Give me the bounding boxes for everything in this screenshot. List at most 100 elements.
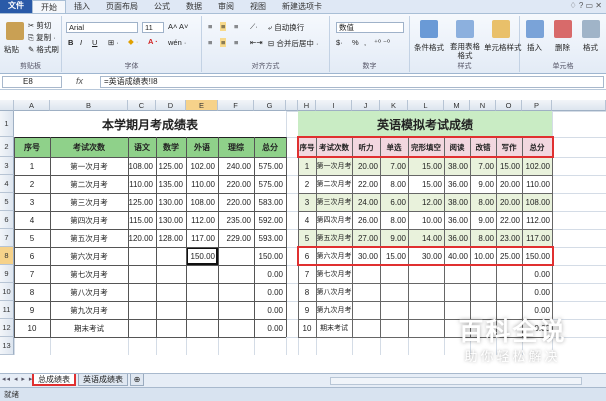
paste-icon[interactable] bbox=[6, 22, 24, 40]
left-table-cell[interactable]: 第六次月考 bbox=[50, 247, 128, 265]
right-table-cell[interactable]: 12.00 bbox=[408, 193, 444, 211]
left-table-cell[interactable]: 4 bbox=[14, 211, 50, 229]
row-header-8[interactable]: 8 bbox=[0, 247, 14, 265]
ribbon-tab-8[interactable]: 新建选项卡 bbox=[274, 0, 330, 13]
left-table-cell[interactable]: 期末考试 bbox=[50, 319, 128, 337]
right-table-cell[interactable]: 5 bbox=[298, 229, 316, 247]
left-table-cell[interactable] bbox=[128, 265, 156, 283]
right-table-cell[interactable] bbox=[496, 265, 522, 283]
left-table-cell[interactable]: 120.00 bbox=[128, 229, 156, 247]
left-table-cell[interactable]: 第四次月考 bbox=[50, 211, 128, 229]
right-table-cell[interactable]: 6.00 bbox=[380, 193, 408, 211]
right-table-cell[interactable]: 36.00 bbox=[444, 229, 470, 247]
left-table-cell[interactable]: 150.00 bbox=[254, 247, 286, 265]
align-middle-icon[interactable]: ≡ bbox=[220, 22, 227, 31]
column-header-P[interactable]: P bbox=[522, 100, 552, 111]
column-header-B[interactable]: B bbox=[50, 100, 128, 111]
right-table-cell[interactable]: 117.00 bbox=[522, 229, 552, 247]
ribbon-tab-1[interactable]: 开始 bbox=[32, 0, 66, 13]
right-table-cell[interactable]: 22.00 bbox=[496, 211, 522, 229]
align-center-icon[interactable]: ≡ bbox=[220, 38, 227, 47]
table-format-icon[interactable] bbox=[456, 20, 474, 38]
right-table-cell[interactable]: 9.00 bbox=[470, 211, 496, 229]
left-table-cell[interactable]: 9 bbox=[14, 301, 50, 319]
left-table-cell[interactable]: 2 bbox=[14, 175, 50, 193]
left-table-cell[interactable]: 220.00 bbox=[218, 193, 254, 211]
left-table-cell[interactable]: 135.00 bbox=[156, 175, 186, 193]
left-table-cell[interactable]: 8 bbox=[14, 283, 50, 301]
left-table-cell[interactable]: 第五次月考 bbox=[50, 229, 128, 247]
left-table-cell[interactable] bbox=[156, 301, 186, 319]
sheet-tab-english[interactable]: 英语成绩表 bbox=[78, 374, 128, 386]
left-table-cell[interactable]: 108.00 bbox=[186, 193, 218, 211]
right-table-cell[interactable]: 20.00 bbox=[496, 193, 522, 211]
orientation-icon[interactable]: ⟋· bbox=[250, 22, 258, 32]
left-header-cell[interactable]: 序号 bbox=[14, 137, 50, 157]
left-table-cell[interactable] bbox=[186, 265, 218, 283]
bold-button[interactable]: B bbox=[68, 38, 73, 47]
right-table-cell[interactable]: 期末考试 bbox=[316, 319, 352, 337]
left-table-cell[interactable]: 5 bbox=[14, 229, 50, 247]
phonetic-icon[interactable]: wén · bbox=[168, 38, 186, 47]
right-table-cell[interactable]: 第三次月考 bbox=[316, 193, 352, 211]
ribbon-tab-7[interactable]: 视图 bbox=[242, 0, 274, 13]
left-table-cell[interactable]: 229.00 bbox=[218, 229, 254, 247]
column-header-E[interactable]: E bbox=[186, 100, 218, 111]
right-table-cell[interactable] bbox=[380, 283, 408, 301]
right-table-cell[interactable]: 38.00 bbox=[444, 157, 470, 175]
column-header-M[interactable]: M bbox=[444, 100, 470, 111]
right-table-cell[interactable]: 15.00 bbox=[408, 175, 444, 193]
right-table-cell[interactable]: 第五次月考 bbox=[316, 229, 352, 247]
delete-button[interactable]: 删除 bbox=[555, 42, 570, 53]
right-table-cell[interactable]: 1 bbox=[298, 157, 316, 175]
row-header-11[interactable]: 11 bbox=[0, 301, 14, 319]
conditional-format-icon[interactable] bbox=[420, 20, 438, 38]
left-table-cell[interactable]: 0.00 bbox=[254, 265, 286, 283]
right-table-cell[interactable] bbox=[470, 265, 496, 283]
right-table-cell[interactable]: 108.00 bbox=[522, 193, 552, 211]
left-table-cell[interactable]: 1 bbox=[14, 157, 50, 175]
right-table-cell[interactable]: 第四次月考 bbox=[316, 211, 352, 229]
right-table-cell[interactable] bbox=[444, 265, 470, 283]
right-table-cell[interactable]: 7.00 bbox=[380, 157, 408, 175]
right-table-cell[interactable]: 第一次月考 bbox=[316, 157, 352, 175]
right-table-cell[interactable]: 15.00 bbox=[496, 157, 522, 175]
right-table-cell[interactable] bbox=[352, 283, 380, 301]
row-header-6[interactable]: 6 bbox=[0, 211, 14, 229]
right-table-cell[interactable] bbox=[408, 283, 444, 301]
right-table-cell[interactable] bbox=[352, 301, 380, 319]
right-table-cell[interactable]: 第八次月考 bbox=[316, 283, 352, 301]
left-table-cell[interactable] bbox=[218, 265, 254, 283]
right-table-cell[interactable]: 7 bbox=[298, 265, 316, 283]
left-table-cell[interactable] bbox=[218, 301, 254, 319]
right-table-cell[interactable]: 10 bbox=[298, 319, 316, 337]
cut-button[interactable]: ✂ 剪切 bbox=[28, 20, 51, 31]
ribbon-tab-5[interactable]: 数据 bbox=[178, 0, 210, 13]
grow-font-icon[interactable]: A˄ A˅ bbox=[168, 22, 188, 31]
indent-icon[interactable]: ⇤⇥ bbox=[250, 38, 263, 47]
selected-cell-e8[interactable]: 150.00 bbox=[186, 247, 218, 265]
column-header-C[interactable]: C bbox=[128, 100, 156, 111]
right-table-cell[interactable] bbox=[470, 283, 496, 301]
left-table-cell[interactable] bbox=[156, 283, 186, 301]
right-table-cell[interactable] bbox=[352, 319, 380, 337]
left-table-cell[interactable] bbox=[218, 319, 254, 337]
left-table-cell[interactable] bbox=[186, 301, 218, 319]
insert-button[interactable]: 插入 bbox=[527, 42, 542, 53]
right-table-cell[interactable]: 22.00 bbox=[352, 175, 380, 193]
left-table-cell[interactable]: 128.00 bbox=[156, 229, 186, 247]
right-table-cell[interactable]: 112.00 bbox=[522, 211, 552, 229]
left-header-cell[interactable]: 语文 bbox=[128, 137, 156, 157]
sheet-tab-total[interactable]: 总成绩表 bbox=[32, 374, 76, 386]
row-header-13[interactable]: 13 bbox=[0, 337, 14, 355]
left-table-cell[interactable]: 112.00 bbox=[186, 211, 218, 229]
left-table-cell[interactable]: 0.00 bbox=[254, 319, 286, 337]
column-header-L[interactable]: L bbox=[408, 100, 444, 111]
cell-styles-icon[interactable] bbox=[492, 20, 510, 38]
left-table-cell[interactable]: 240.00 bbox=[218, 157, 254, 175]
right-table-cell[interactable]: 102.00 bbox=[522, 157, 552, 175]
format-painter-button[interactable]: ✎ 格式刷 bbox=[28, 44, 59, 55]
right-table-cell[interactable] bbox=[352, 265, 380, 283]
column-header-J[interactable]: J bbox=[352, 100, 380, 111]
left-table-cell[interactable]: 117.00 bbox=[186, 229, 218, 247]
